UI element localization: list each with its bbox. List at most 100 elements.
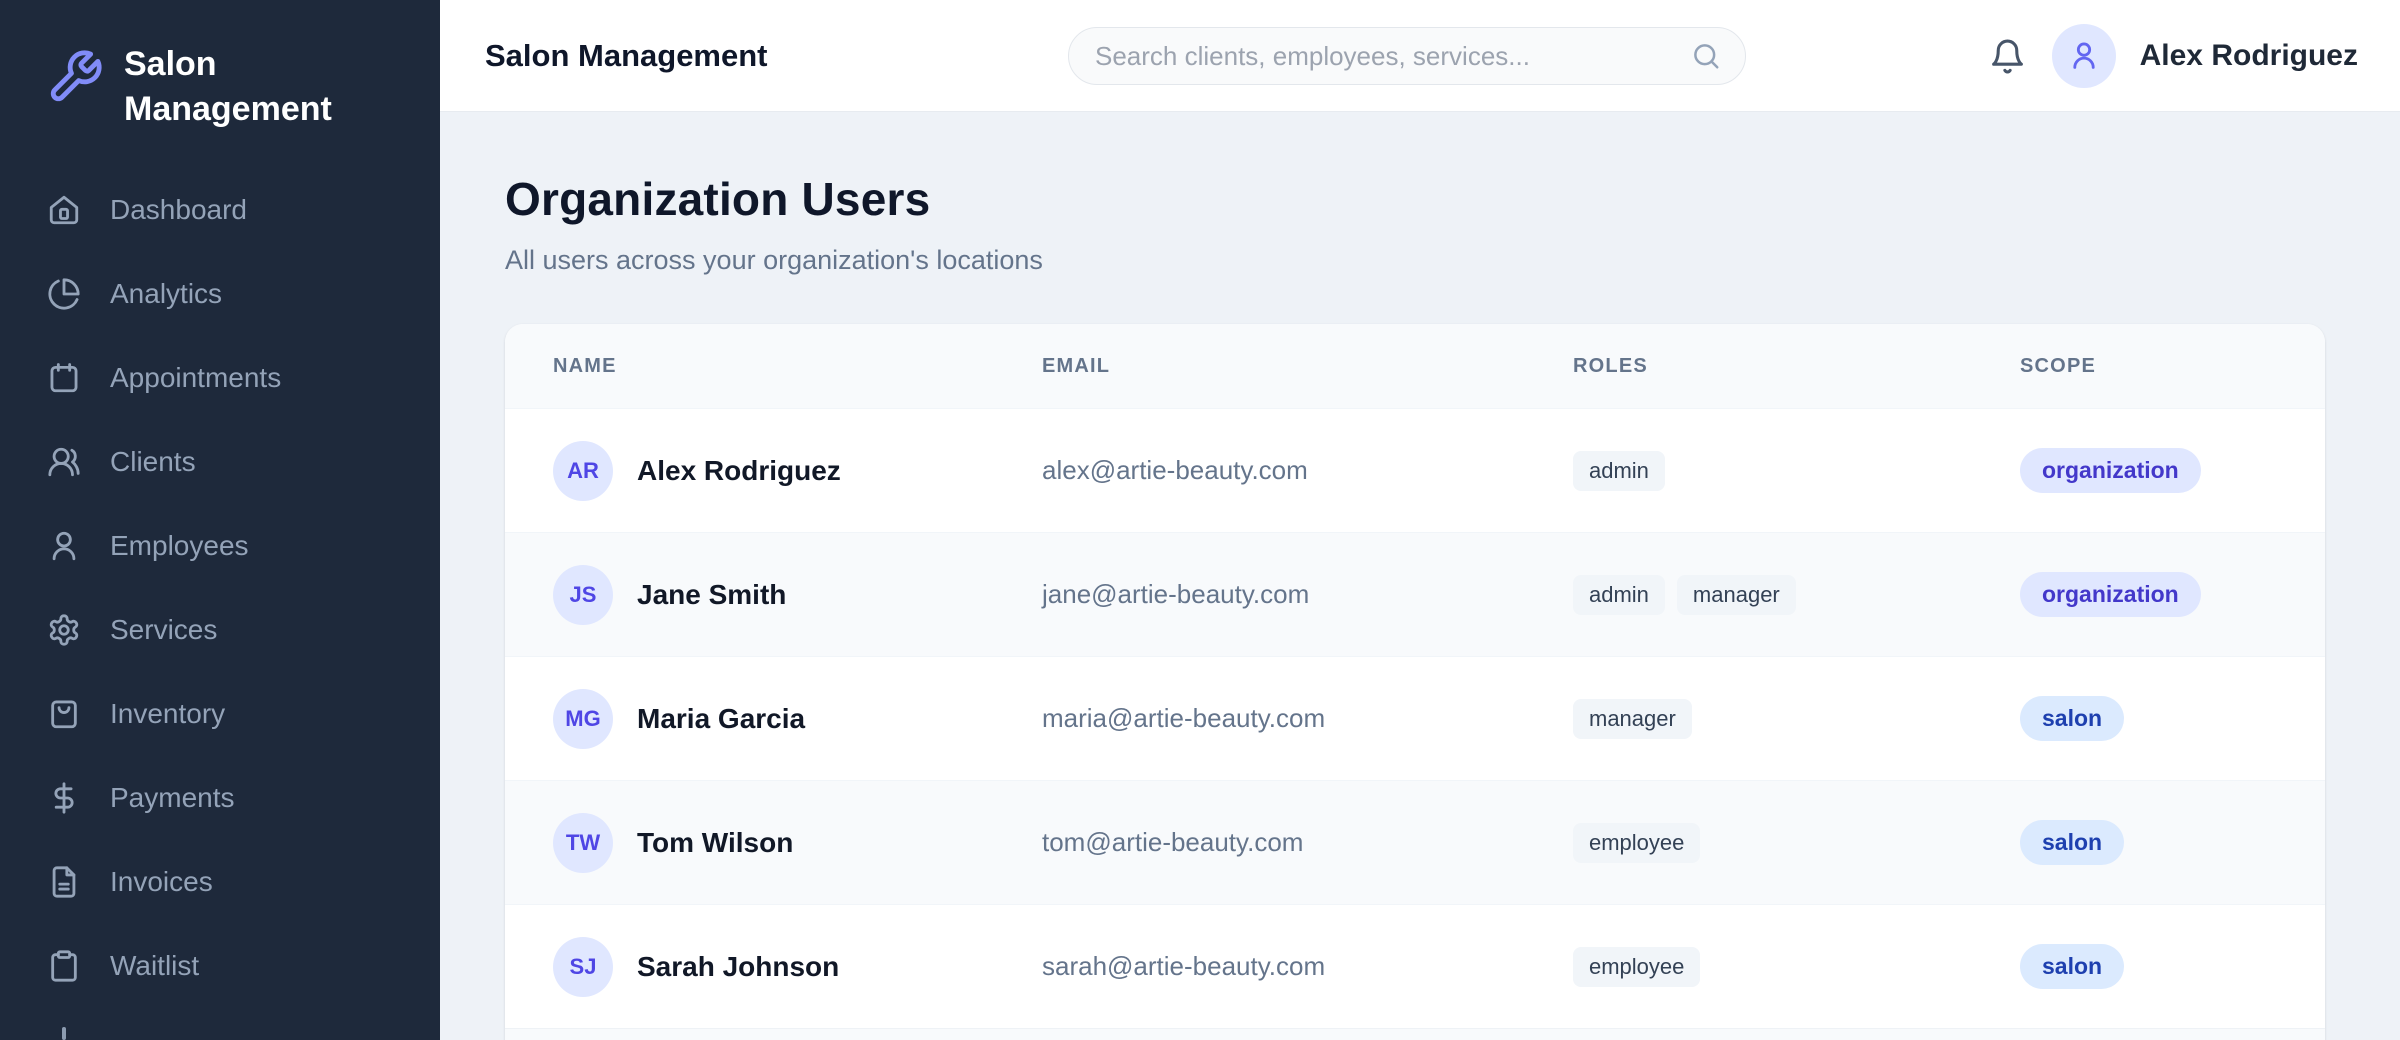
- user-name-cell: SJ Sarah Johnson: [553, 937, 1042, 997]
- gear-icon: [47, 613, 81, 647]
- main-content: Organization Users All users across your…: [440, 112, 2400, 1040]
- global-search: [1068, 27, 1746, 85]
- dollar-icon: [47, 781, 81, 815]
- roles-cell: admin manager: [1573, 575, 2020, 615]
- shopping-bag-icon: [47, 697, 81, 731]
- sidebar-item-payments[interactable]: Payments: [0, 756, 440, 840]
- roles-cell: employee: [1573, 823, 2020, 863]
- search-input[interactable]: [1095, 41, 1691, 72]
- user-icon: [47, 529, 81, 563]
- role-badge: manager: [1677, 575, 1796, 615]
- avatar: SJ: [553, 937, 613, 997]
- column-header-name: NAME: [553, 355, 1042, 378]
- roles-cell: employee: [1573, 947, 2020, 987]
- table-header-row: NAME EMAIL ROLES SCOPE: [505, 324, 2325, 408]
- avatar: JS: [553, 565, 613, 625]
- user-name: Alex Rodriguez: [2140, 39, 2358, 73]
- scope-cell: organization: [2020, 448, 2277, 493]
- table-row: TW Tom Wilson tom@artie-beauty.com emplo…: [505, 780, 2325, 904]
- sidebar-item-employees[interactable]: Employees: [0, 504, 440, 588]
- sidebar-item-services[interactable]: Services: [0, 588, 440, 672]
- avatar: TW: [553, 813, 613, 873]
- sidebar-item-label: Clients: [110, 446, 196, 478]
- column-header-roles: ROLES: [1573, 355, 2020, 378]
- users-table-card: NAME EMAIL ROLES SCOPE AR Alex Rodriguez…: [505, 324, 2325, 1040]
- calendar-icon: [47, 361, 81, 395]
- role-badge: admin: [1573, 451, 1665, 491]
- wrench-icon: [46, 48, 104, 106]
- scope-cell: salon: [2020, 944, 2277, 989]
- sidebar-item-label: Employees: [110, 530, 249, 562]
- table-row: MG Maria Garcia maria@artie-beauty.com m…: [505, 656, 2325, 780]
- sidebar-item-label: Services: [110, 614, 217, 646]
- user-name-cell: TW Tom Wilson: [553, 813, 1042, 873]
- scope-cell: organization: [2020, 572, 2277, 617]
- avatar: MG: [553, 689, 613, 749]
- role-badge: employee: [1573, 947, 1700, 987]
- bell-icon: [1989, 38, 2026, 75]
- user-email: tom@artie-beauty.com: [1042, 827, 1573, 858]
- partial-nav-icon: [62, 1027, 66, 1040]
- sidebar-item-label: Appointments: [110, 362, 281, 394]
- roles-cell: manager: [1573, 699, 2020, 739]
- table-row: JS Jane Smith jane@artie-beauty.com admi…: [505, 532, 2325, 656]
- user-email: jane@artie-beauty.com: [1042, 579, 1573, 610]
- scope-cell: salon: [2020, 696, 2277, 741]
- sidebar-item-label: Inventory: [110, 698, 225, 730]
- sidebar-item-invoices[interactable]: Invoices: [0, 840, 440, 924]
- page-subtitle: All users across your organization's loc…: [505, 244, 2400, 276]
- notifications-button[interactable]: [1989, 38, 2026, 75]
- sidebar-item-clients[interactable]: Clients: [0, 420, 440, 504]
- user-full-name: Jane Smith: [637, 579, 786, 611]
- sidebar-item-waitlist[interactable]: Waitlist: [0, 924, 440, 1008]
- roles-cell: admin: [1573, 451, 2020, 491]
- user-full-name: Alex Rodriguez: [637, 455, 841, 487]
- scope-badge: salon: [2020, 944, 2124, 989]
- avatar: [2052, 24, 2116, 88]
- user-name-cell: MG Maria Garcia: [553, 689, 1042, 749]
- sidebar-item-appointments[interactable]: Appointments: [0, 336, 440, 420]
- sidebar: Salon Management Dashboard Analytics App…: [0, 0, 440, 1040]
- column-header-email: EMAIL: [1042, 355, 1573, 378]
- user-full-name: Tom Wilson: [637, 827, 793, 859]
- column-header-scope: SCOPE: [2020, 355, 2277, 378]
- sidebar-item-label: Invoices: [110, 866, 213, 898]
- brand-logo: Salon Management: [0, 0, 440, 132]
- user-icon: [2067, 39, 2101, 73]
- user-email: maria@artie-beauty.com: [1042, 703, 1573, 734]
- scope-badge: salon: [2020, 820, 2124, 865]
- sidebar-item-analytics[interactable]: Analytics: [0, 252, 440, 336]
- sidebar-item-label: Analytics: [110, 278, 222, 310]
- user-email: alex@artie-beauty.com: [1042, 455, 1573, 486]
- table-row: AR Alex Rodriguez alex@artie-beauty.com …: [505, 408, 2325, 532]
- clipboard-icon: [47, 949, 81, 983]
- user-full-name: Sarah Johnson: [637, 951, 839, 983]
- users-icon: [47, 445, 81, 479]
- scope-badge: organization: [2020, 448, 2201, 493]
- header-actions: Alex Rodriguez: [1989, 0, 2358, 112]
- scope-badge: salon: [2020, 696, 2124, 741]
- user-email: sarah@artie-beauty.com: [1042, 951, 1573, 982]
- home-icon: [47, 193, 81, 227]
- search-icon: [1691, 41, 1721, 71]
- table-row: SJ Sarah Johnson sarah@artie-beauty.com …: [505, 904, 2325, 1028]
- pie-chart-icon: [47, 277, 81, 311]
- brand-name: Salon Management: [124, 42, 369, 132]
- sidebar-item-label: Waitlist: [110, 950, 199, 982]
- sidebar-item-label: Dashboard: [110, 194, 247, 226]
- sidebar-item-label: Payments: [110, 782, 235, 814]
- sidebar-item-inventory[interactable]: Inventory: [0, 672, 440, 756]
- top-header: Salon Management Alex Rodriguez: [440, 0, 2400, 112]
- user-menu[interactable]: Alex Rodriguez: [2052, 24, 2358, 88]
- scope-badge: organization: [2020, 572, 2201, 617]
- sidebar-item-dashboard[interactable]: Dashboard: [0, 168, 440, 252]
- user-name-cell: AR Alex Rodriguez: [553, 441, 1042, 501]
- role-badge: manager: [1573, 699, 1692, 739]
- scope-cell: salon: [2020, 820, 2277, 865]
- role-badge: admin: [1573, 575, 1665, 615]
- page-title: Organization Users: [505, 172, 2400, 226]
- role-badge: employee: [1573, 823, 1700, 863]
- avatar: AR: [553, 441, 613, 501]
- user-name-cell: JS Jane Smith: [553, 565, 1042, 625]
- table-row-partial: [505, 1028, 2325, 1040]
